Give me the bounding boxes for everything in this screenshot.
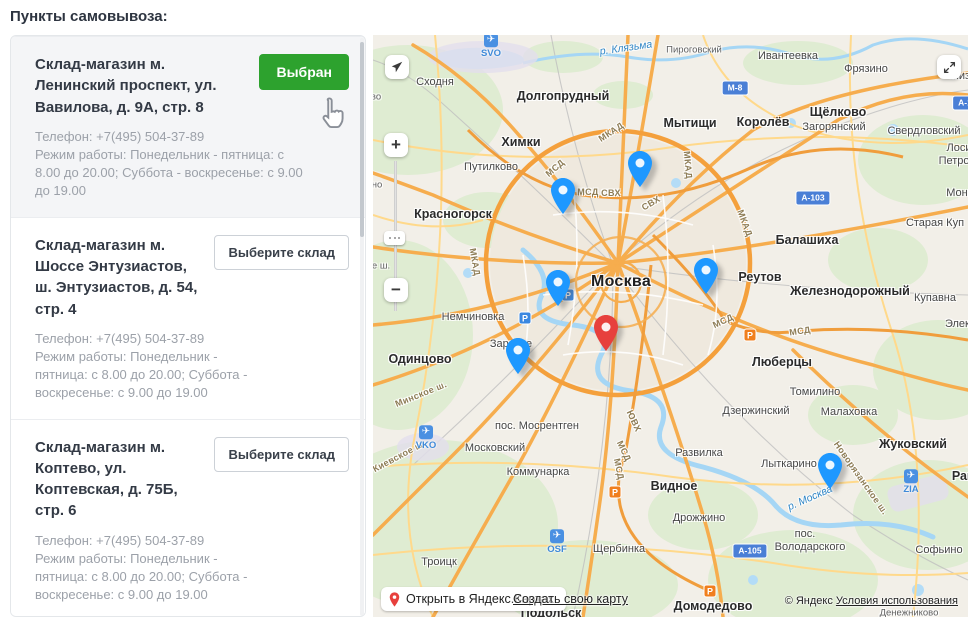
select-warehouse-button[interactable]: Выбран xyxy=(259,54,349,90)
map-pin[interactable] xyxy=(593,314,619,352)
terms-of-use-link[interactable]: Условия использования xyxy=(836,595,958,607)
warehouse-phone: Телефон: +7(495) 504-37-89 xyxy=(35,330,250,348)
geolocation-button[interactable] xyxy=(385,55,409,79)
map-pin[interactable] xyxy=(693,257,719,295)
warehouse-schedule: Режим работы: Понедельник - пятница: с 8… xyxy=(35,348,250,403)
pickup-cards: Склад-магазин м. Ленинский проспект, ул.… xyxy=(11,36,365,617)
select-warehouse-button[interactable]: Выберите склад xyxy=(214,235,349,270)
pickup-list-panel: Склад-магазин м. Ленинский проспект, ул.… xyxy=(10,35,366,617)
fullscreen-button[interactable] xyxy=(937,55,961,79)
geolocation-arrow-icon xyxy=(390,60,404,74)
map-pin[interactable] xyxy=(627,150,653,188)
warehouse-title: Склад-магазин м. Шоссе Энтузиастов, ш. Э… xyxy=(35,235,204,320)
warehouse-title: Склад-магазин м. Коптево, ул. Коптевская… xyxy=(35,437,204,522)
grip-icon xyxy=(389,237,400,239)
warehouse-schedule: Режим работы: Понедельник - пятница: с 8… xyxy=(35,550,250,605)
pickup-points-page: Пункты самовывоза: Склад-магазин м. Лени… xyxy=(0,0,978,627)
zoom-out-button[interactable]: − xyxy=(384,278,408,302)
zoom-slider-handle[interactable] xyxy=(384,231,405,245)
map-pin[interactable] xyxy=(505,337,531,375)
expand-icon xyxy=(943,61,956,74)
map-copyright: © Яндекс Условия использования xyxy=(785,595,958,607)
warehouse-meta: Телефон: +7(495) 504-37-89 Режим работы:… xyxy=(35,532,250,605)
map[interactable]: р. КлязьмаПироговскийИвантеевкаФрязиноМи… xyxy=(373,35,968,617)
map-pin[interactable] xyxy=(817,452,843,490)
pickup-card[interactable]: Склад-магазин м. Коптево, ул. Коптевская… xyxy=(11,419,365,617)
red-pin-icon xyxy=(389,592,400,607)
list-scrollbar-track[interactable] xyxy=(360,38,364,616)
select-warehouse-button[interactable]: Выберите склад xyxy=(214,437,349,472)
map-canvas xyxy=(373,35,968,617)
pickup-card[interactable]: Склад-магазин м. Ленинский проспект, ул.… xyxy=(11,36,365,217)
create-own-map-link[interactable]: Создать свою карту xyxy=(513,592,628,606)
warehouse-title: Склад-магазин м. Ленинский проспект, ул.… xyxy=(35,54,249,118)
map-pin[interactable] xyxy=(545,269,571,307)
warehouse-phone: Телефон: +7(495) 504-37-89 xyxy=(35,532,250,550)
page-title: Пункты самовывоза: xyxy=(10,8,168,25)
warehouse-meta: Телефон: +7(495) 504-37-89 Режим работы:… xyxy=(35,128,307,201)
warehouse-schedule: Режим работы: Понедельник - пятница: с 8… xyxy=(35,146,307,201)
pickup-card[interactable]: Склад-магазин м. Шоссе Энтузиастов, ш. Э… xyxy=(11,217,365,419)
warehouse-meta: Телефон: +7(495) 504-37-89 Режим работы:… xyxy=(35,330,250,403)
warehouse-phone: Телефон: +7(495) 504-37-89 xyxy=(35,128,307,146)
list-scrollbar-thumb[interactable] xyxy=(360,42,364,237)
copyright-text: © Яндекс xyxy=(785,595,836,607)
zoom-in-button[interactable]: + xyxy=(384,133,408,157)
map-pin[interactable] xyxy=(550,177,576,215)
